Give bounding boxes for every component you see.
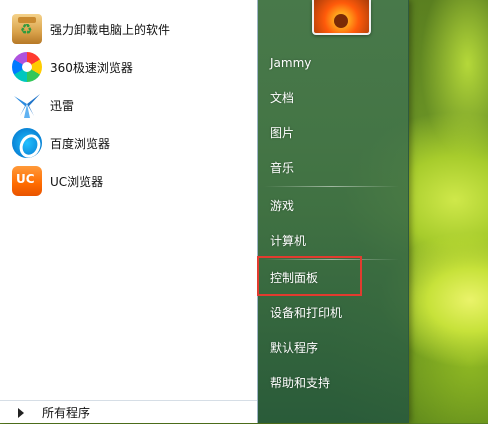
right-item-default-programs[interactable]: 默认程序 (270, 336, 395, 360)
right-item-pictures[interactable]: 图片 (270, 121, 395, 145)
program-item-uninstall[interactable]: 强力卸载电脑上的软件 (0, 10, 257, 48)
all-programs-button[interactable]: 所有程序 (0, 400, 257, 424)
360-browser-icon (12, 52, 42, 82)
right-item-games[interactable]: 游戏 (270, 194, 395, 218)
right-item-help-support[interactable]: 帮助和支持 (270, 371, 395, 395)
program-label: 强力卸载电脑上的软件 (50, 22, 171, 37)
arrow-right-icon (18, 407, 24, 418)
right-item-user[interactable]: Jammy (270, 51, 395, 75)
right-item-documents[interactable]: 文档 (270, 86, 395, 110)
program-label: 迅雷 (50, 98, 75, 113)
uc-browser-icon (12, 166, 42, 196)
xunlei-icon (12, 90, 42, 120)
pinned-programs-list: 强力卸载电脑上的软件 360极速浏览器 迅雷 百度浏览器 (0, 10, 257, 200)
uninstall-tool-icon (12, 14, 42, 44)
all-programs-label: 所有程序 (42, 406, 91, 420)
start-menu: 强力卸载电脑上的软件 360极速浏览器 迅雷 百度浏览器 (0, 0, 409, 423)
program-label: 360极速浏览器 (50, 60, 133, 75)
start-menu-left-pane: 强力卸载电脑上的软件 360极速浏览器 迅雷 百度浏览器 (0, 0, 258, 423)
annotation-highlight-box (257, 256, 362, 296)
program-label: UC浏览器 (50, 174, 104, 189)
program-item-uc-browser[interactable]: UC浏览器 (0, 162, 257, 200)
program-item-xunlei[interactable]: 迅雷 (0, 86, 257, 124)
desktop-wallpaper (420, 0, 488, 160)
baidu-browser-icon (12, 128, 42, 158)
program-item-360-browser[interactable]: 360极速浏览器 (0, 48, 257, 86)
menu-separator (264, 186, 399, 187)
right-item-devices-printers[interactable]: 设备和打印机 (270, 301, 395, 325)
program-item-baidu-browser[interactable]: 百度浏览器 (0, 124, 257, 162)
program-label: 百度浏览器 (50, 136, 111, 151)
right-item-music[interactable]: 音乐 (270, 156, 395, 180)
right-item-computer[interactable]: 计算机 (270, 229, 395, 253)
user-avatar[interactable] (312, 0, 371, 35)
